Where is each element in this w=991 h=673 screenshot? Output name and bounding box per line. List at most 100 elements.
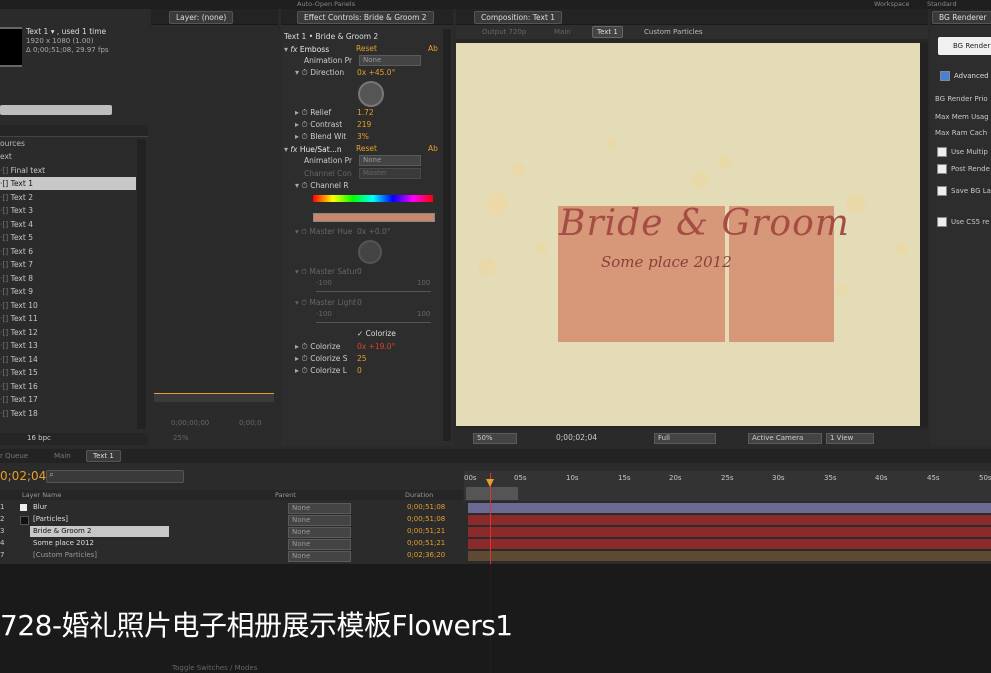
composition-panel: Composition: Text 1 Output 720p Main Tex… [456,9,928,446]
colorize-sat-value[interactable]: 25 [357,354,367,363]
project-item-selected[interactable]: ·[] Text 1 [0,177,136,190]
master-hue-dial[interactable] [358,240,382,264]
channel-range-spectrum[interactable] [313,195,433,202]
track-bar-custom-particles[interactable] [468,551,991,561]
comp-scrollbar[interactable] [920,43,928,426]
project-scrollbar[interactable] [137,139,146,429]
timeline-tab-text1[interactable]: Text 1 [86,450,121,462]
layer-parent-select[interactable]: None [288,527,351,538]
colorize-light-value[interactable]: 0 [357,366,362,375]
flow-output[interactable]: Output 720p [482,28,526,36]
timeline-search-field[interactable] [46,470,184,483]
emboss-blend-value[interactable]: 3% [357,132,369,141]
effects-scrollbar[interactable] [443,29,451,441]
comp-viewer[interactable]: Bride & Groom Some place 2012 [456,43,928,426]
toggle-switches-label[interactable]: Toggle Switches / Modes [172,664,257,672]
project-item[interactable]: ·[] Text 11 [0,312,136,325]
effect-controls-tab[interactable]: Effect Controls: Bride & Groom 2 [297,11,434,24]
project-search-field[interactable] [0,105,112,115]
project-item[interactable]: ·[] Text 14 [0,353,136,366]
emboss-contrast-value[interactable]: 219 [357,120,371,129]
comp-time[interactable]: 0;00;02;04 [556,433,597,442]
timeline-tab-main[interactable]: Main [54,452,71,460]
folder-sources[interactable]: ources [0,139,25,148]
layer-parent-select[interactable]: None [288,551,351,562]
project-item[interactable]: ·[] Text 5 [0,231,136,244]
work-area-bar[interactable] [466,487,518,500]
timeline-tab-render-queue[interactable]: r Queue [0,452,28,460]
use-multi-checkbox[interactable]: Use Multip [937,147,988,157]
master-sat-value[interactable]: 0 [357,267,362,276]
master-sat-slider[interactable] [316,291,431,292]
comp-view-select[interactable]: 1 View [826,433,874,444]
comp-zoom-select[interactable]: 50% [473,433,517,444]
track-bar-some-place[interactable] [468,539,991,549]
save-bg-checkbox[interactable]: Save BG La [937,186,991,196]
layer-tab[interactable]: Layer: (none) [169,11,234,24]
project-item[interactable]: ·[] Text 4 [0,218,136,231]
col-layer-name: Layer Name [22,491,62,499]
project-item[interactable]: ·[] Text 15 [0,366,136,379]
bg-render-button[interactable]: BG Render [938,37,991,55]
project-item[interactable]: ·[] Text 9 [0,285,136,298]
colorize-hue-value[interactable]: 0x +19.0° [357,342,395,351]
project-item[interactable]: ·[] Text 7 [0,258,136,271]
master-hue-value[interactable]: 0x +0.0° [357,227,391,236]
auto-open-panels-label[interactable]: Auto-Open Panels [297,0,355,8]
project-item[interactable]: ·[] Text 13 [0,339,136,352]
layer-zoom[interactable]: 25% [173,434,189,442]
track-bar-particles[interactable] [468,515,991,525]
project-item[interactable]: ·[] Text 12 [0,326,136,339]
emboss-direction-value[interactable]: 0x +45.0° [357,68,395,77]
advanced-checkbox[interactable]: Advanced [940,71,989,81]
track-bar-bride-groom[interactable] [468,527,991,537]
flow-custom-particles[interactable]: Custom Particles [644,28,703,36]
post-render-checkbox[interactable]: Post Rende [937,164,990,174]
project-item[interactable]: ·[] Text 10 [0,299,136,312]
emboss-about-link[interactable]: Ab [428,44,438,53]
emboss-relief-value[interactable]: 1.72 [357,108,374,117]
channel-control-select[interactable]: Master [359,168,421,179]
layer-time-a[interactable]: 0;00;00;00 [171,419,209,427]
timeline-layer-row[interactable]: 2 [Particles] None 0;00;51;08 [0,514,463,526]
huesat-animation-select[interactable]: None [359,155,421,166]
project-item[interactable]: ·[] Text 17 [0,393,136,406]
timeline-current-time[interactable]: 0;02;04 [0,469,46,483]
master-light-slider[interactable] [316,322,431,323]
emboss-reset-link[interactable]: Reset [356,44,377,53]
colorize-checkbox[interactable]: ✓ Colorize [357,329,396,338]
layer-parent-select[interactable]: None [288,515,351,526]
use-cs5-checkbox[interactable]: Use CS5 re [937,217,989,227]
project-item[interactable]: ·[] Final text [0,164,136,177]
emboss-animation-select[interactable]: None [359,55,421,66]
workspace-select[interactable]: Standard [927,0,957,8]
timeline-layer-row[interactable]: 4 Some place 2012 None 0;00;51;21 [0,538,463,550]
layer-parent-select[interactable]: None [288,539,351,550]
track-bar-blur[interactable] [468,503,991,513]
layer-parent-select[interactable]: None [288,503,351,514]
huesat-about-link[interactable]: Ab [428,144,438,153]
flow-text1[interactable]: Text 1 [592,26,623,38]
flow-main[interactable]: Main [554,28,571,36]
project-item[interactable]: ·[] Text 16 [0,380,136,393]
layer-time-b[interactable]: 0;00;0 [239,419,262,427]
effect-tabbar: Effect Controls: Bride & Groom 2 [281,9,453,25]
timeline-layer-row[interactable]: 1 Blur None 0;00;51;08 [0,502,463,514]
folder-text[interactable]: ext [0,152,12,161]
project-item[interactable]: ·[] Text 3 [0,204,136,217]
huesat-reset-link[interactable]: Reset [356,144,377,153]
timeline-layer-row[interactable]: 7 [Custom Particles] None 0;02;36;20 [0,550,463,562]
bpc-label[interactable]: 16 bpc [27,434,51,442]
timeline-layer-row-selected[interactable]: 3 Bride & Groom 2 None 0;00;51;21 [0,526,463,538]
composition-tab[interactable]: Composition: Text 1 [474,11,563,24]
project-item[interactable]: ·[] Text 2 [0,191,136,204]
time-ruler[interactable]: 00s 05s 10s 15s 20s 25s 30s 35s 40s 45s … [464,471,991,501]
project-item[interactable]: ·[] Text 8 [0,272,136,285]
bg-renderer-tab[interactable]: BG Renderer [932,11,991,24]
project-item[interactable]: ·[] Text 6 [0,245,136,258]
emboss-direction-dial[interactable] [358,81,384,107]
project-item[interactable]: ·[] Text 18 [0,407,136,420]
comp-camera-select[interactable]: Active Camera [748,433,822,444]
master-light-value[interactable]: 0 [357,298,362,307]
comp-resolution-select[interactable]: Full [654,433,716,444]
